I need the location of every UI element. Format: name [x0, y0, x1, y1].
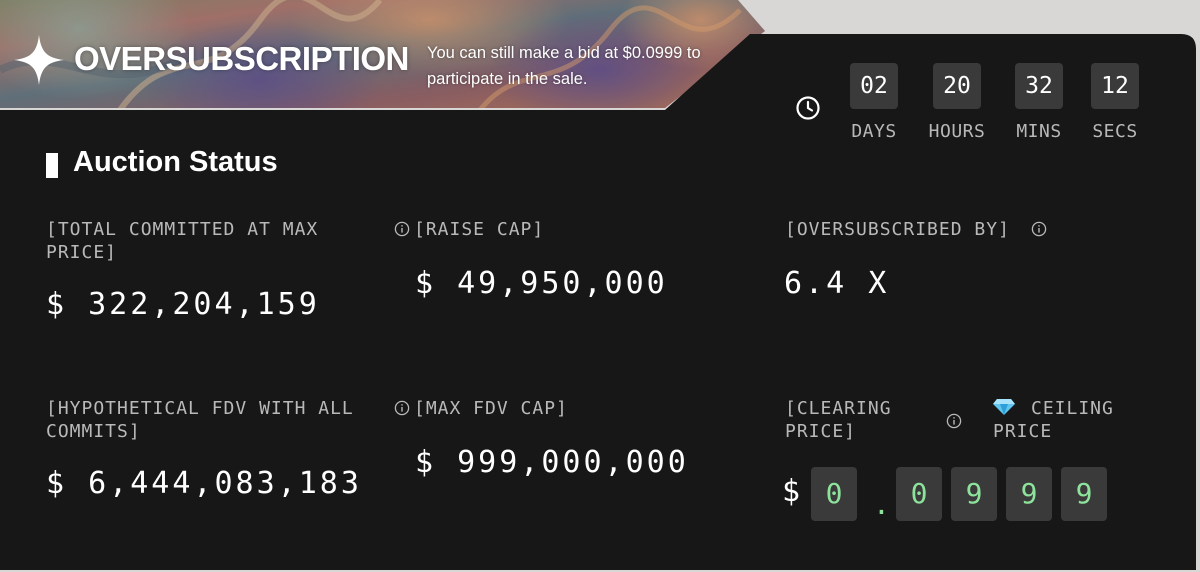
auction-panel: OVERSUBSCRIPTION You can still make a bi… [0, 0, 1196, 570]
raise-cap-info-icon[interactable] [394, 221, 410, 237]
countdown-secs-label: SECS [1092, 121, 1138, 142]
price-digit: 9 [1006, 467, 1052, 521]
countdown-days-label: DAYS [851, 121, 897, 142]
clock-icon [796, 96, 820, 120]
raise-cap-label: [RAISE CAP] [414, 219, 545, 240]
clearing-price-info-icon[interactable] [946, 413, 962, 429]
price-digit: 0 [811, 467, 857, 521]
countdown-secs-value: 12 [1091, 63, 1139, 109]
countdown-hours-value: 20 [933, 63, 981, 109]
oversubscribed-label: [OVERSUBSCRIBED BY] [785, 219, 1010, 240]
price-digit: 9 [951, 467, 997, 521]
countdown-days-value: 02 [850, 63, 898, 109]
oversubscribed-info-icon[interactable] [1031, 221, 1047, 237]
raise-cap-value: $ 49,950,000 [415, 266, 668, 301]
countdown-hours-label: HOURS [928, 121, 986, 142]
max-fdv-info-icon[interactable] [394, 400, 410, 416]
sparkle-icon [14, 35, 64, 85]
bid-message: You can still make a bid at $0.0999 to p… [427, 44, 701, 88]
total-committed-value: $ 322,204,159 [46, 287, 320, 322]
total-committed-label: [TOTAL COMMITTED AT MAX PRICE] [46, 219, 319, 263]
section-title: Auction Status [73, 146, 278, 178]
ceiling-price-label: CEILING PRICE [993, 398, 1114, 442]
price-digit: 0 [896, 467, 942, 521]
oversubscribed-value: 6.4 X [784, 266, 890, 301]
price-digit: 9 [1061, 467, 1107, 521]
section-marker [46, 153, 58, 178]
max-fdv-label: [MAX FDV CAP] [414, 398, 568, 419]
banner-title: OVERSUBSCRIPTION [74, 40, 409, 77]
countdown-mins-value: 32 [1015, 63, 1063, 109]
clearing-price-label: [CLEARING PRICE] [785, 398, 892, 442]
hypothetical-fdv-value: $ 6,444,083,183 [46, 466, 362, 501]
price-decimal-point: . [873, 488, 890, 521]
max-fdv-value: $ 999,000,000 [415, 445, 689, 480]
hypothetical-fdv-label: [HYPOTHETICAL FDV WITH ALL COMMITS] [46, 398, 354, 442]
price-currency: $ [782, 474, 801, 509]
